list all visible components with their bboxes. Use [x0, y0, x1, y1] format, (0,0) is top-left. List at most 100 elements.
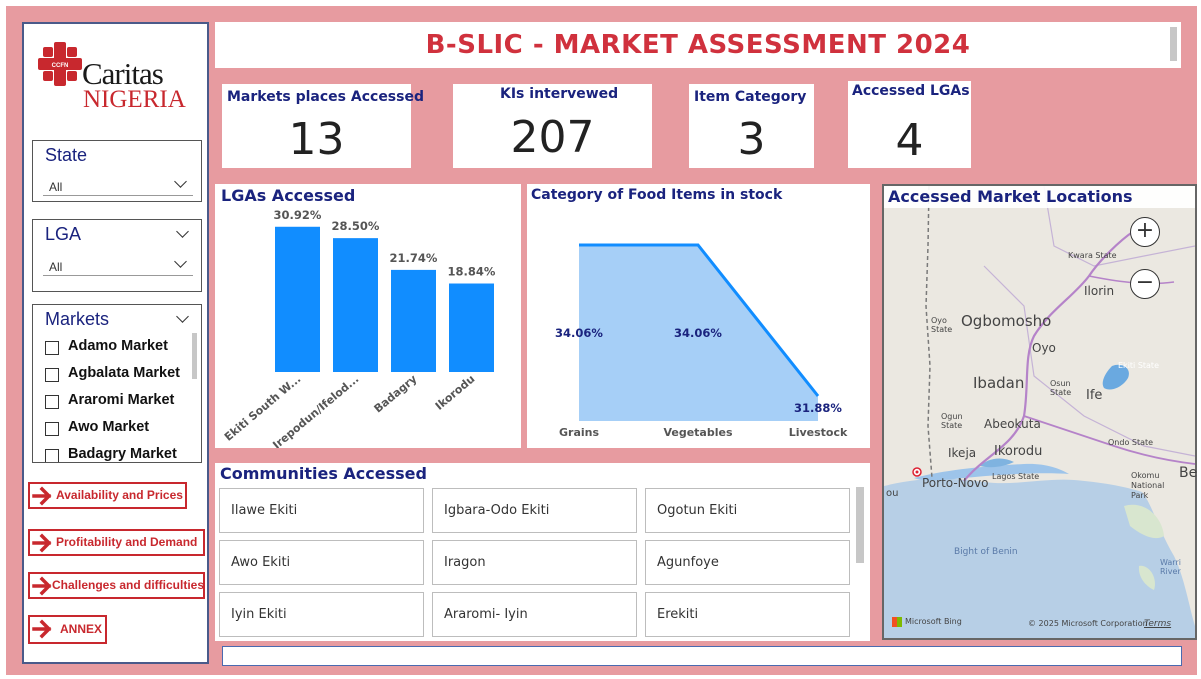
community-name: Agunfoye — [657, 555, 719, 570]
lga-dropdown[interactable]: All — [43, 254, 193, 276]
map-label: Porto-Novo — [922, 476, 989, 490]
tick-label: Livestock — [789, 426, 848, 439]
nav-challenges-button[interactable]: Challenges and difficulties — [28, 572, 205, 599]
data-label: 34.06% — [674, 326, 722, 340]
markets-slicer: Markets Adamo Market Agbalata Market Ara… — [32, 304, 202, 463]
nav-label: Challenges and difficulties — [52, 578, 205, 592]
header-scrollbar[interactable] — [1170, 27, 1177, 61]
market-label: Badagry Market — [68, 446, 177, 462]
markets-scrollbar[interactable] — [192, 333, 197, 379]
community-cell[interactable]: Awo Ekiti — [219, 540, 424, 585]
community-cell[interactable]: Iragon — [432, 540, 637, 585]
map-label: Kwara State — [1068, 251, 1117, 260]
checkbox[interactable] — [45, 449, 59, 462]
map-panel: Kwara State Ilorin Oyo State Ogbomosho O… — [882, 184, 1197, 640]
map-terms-link[interactable]: Terms — [1144, 619, 1171, 629]
checkbox[interactable] — [45, 422, 59, 436]
data-label: 21.74% — [390, 251, 438, 265]
map-label: Okomu National Park — [1131, 471, 1165, 500]
market-label: Adamo Market — [68, 338, 168, 354]
map-label: Oyo — [1032, 341, 1056, 355]
nav-label: ANNEX — [60, 622, 103, 636]
state-slicer-title: State — [45, 145, 88, 165]
market-label: Agbalata Market — [68, 365, 181, 381]
kpi-value: 4 — [895, 115, 924, 166]
kpi-value: 3 — [737, 114, 766, 165]
community-cell[interactable]: Ilawe Ekiti — [219, 488, 424, 533]
kpi-label: KIs intervewed — [500, 86, 619, 102]
sidebar: CCFN Caritas NIGERIA State All LGA All M… — [22, 22, 209, 664]
chevron-down-icon — [174, 255, 187, 268]
communities-title: Communities Accessed — [220, 464, 427, 483]
chevron-down-icon[interactable] — [176, 310, 189, 323]
community-name: Iragon — [444, 555, 486, 570]
kpi-value: 207 — [510, 112, 595, 163]
zoom-out-button[interactable]: − — [1130, 269, 1160, 299]
community-name: Ilawe Ekiti — [231, 503, 298, 518]
state-dropdown[interactable]: All — [43, 174, 193, 196]
checkbox[interactable] — [45, 395, 59, 409]
arrow-right-icon — [32, 486, 52, 506]
community-cell[interactable]: Araromi- Iyin — [432, 592, 637, 637]
lga-slicer-title: LGA — [45, 224, 82, 244]
kpi-label: Markets places Accessed — [227, 89, 424, 105]
tick-label: Ikorodu — [433, 372, 478, 412]
map-label: Ekiti State — [1118, 361, 1159, 370]
map-label: Be — [1179, 465, 1198, 481]
map-label: Abeokuta — [984, 417, 1041, 431]
community-cell[interactable]: Ogotun Ekiti — [645, 488, 850, 533]
kpi-markets-card: Markets places Accessed 13 — [222, 84, 424, 168]
chevron-down-icon[interactable] — [176, 225, 189, 238]
page-title: B-SLIC - MARKET ASSESSMENT 2024 — [425, 30, 971, 60]
map-label: Oyo State — [931, 316, 953, 334]
dashboard: CCFN Caritas NIGERIA State All LGA All M… — [0, 0, 1201, 679]
food-chart-panel: Category of Food Items in stock 34.06% Gr… — [527, 184, 870, 448]
arrow-right-icon — [32, 619, 52, 639]
community-cell[interactable]: Erekiti — [645, 592, 850, 637]
map-label: Warri River — [1160, 558, 1181, 576]
market-label: Awo Market — [68, 419, 150, 435]
community-name: Iyin Ekiti — [231, 607, 287, 622]
nav-availability-button[interactable]: Availability and Prices — [28, 482, 187, 509]
nav-label: Profitability and Demand — [56, 535, 198, 549]
header: B-SLIC - MARKET ASSESSMENT 2024 — [215, 22, 1181, 68]
community-cell[interactable]: Agunfoye — [645, 540, 850, 585]
map-label: Ogbomosho — [961, 312, 1052, 330]
map-label: Lagos State — [992, 472, 1040, 481]
map-label: Ondo State — [1108, 438, 1154, 447]
map-label: Ikorodu — [994, 444, 1043, 459]
map-label: ou — [886, 488, 899, 499]
community-name: Ogotun Ekiti — [657, 503, 738, 518]
community-cell[interactable]: Iyin Ekiti — [219, 592, 424, 637]
lga-slicer: LGA All — [32, 219, 202, 292]
state-slicer: State All — [32, 140, 202, 202]
kpi-label: Item Category — [694, 89, 807, 105]
lga-bar-chart: 30.92%Ekiti South W...28.50%Irepodun/Ife… — [222, 208, 496, 448]
food-area-chart: 34.06% Grains 34.06% Vegetables 31.88% Livest… — [555, 243, 848, 439]
bar — [275, 226, 320, 372]
data-label: 18.84% — [448, 265, 496, 279]
data-label: 34.06% — [555, 326, 603, 340]
community-cell[interactable]: Igbara-Odo Ekiti — [432, 488, 637, 533]
svg-text:CCFN: CCFN — [52, 63, 69, 69]
map-label: Ife — [1086, 388, 1103, 403]
nav-annex-button[interactable]: ANNEX — [28, 615, 107, 644]
nav-profitability-button[interactable]: Profitability and Demand — [28, 529, 205, 556]
kpi-value: 13 — [288, 114, 345, 165]
communities-scrollbar[interactable] — [856, 487, 864, 563]
data-label: 30.92% — [274, 208, 322, 222]
tick-label: Grains — [559, 426, 599, 439]
map-canvas[interactable] — [884, 186, 1195, 638]
tick-label: Vegetables — [663, 426, 732, 439]
map-attribution: © 2025 Microsoft Corporation — [1028, 619, 1148, 628]
map-label: Ibadan — [973, 374, 1025, 392]
community-name: Awo Ekiti — [231, 555, 291, 570]
map-label: Osun State — [1050, 379, 1072, 397]
caritas-logo: CCFN Caritas NIGERIA — [36, 38, 196, 118]
zoom-in-button[interactable]: + — [1130, 217, 1160, 247]
data-label: 31.88% — [794, 401, 842, 415]
checkbox[interactable] — [45, 341, 59, 355]
bar — [449, 283, 494, 372]
chevron-down-icon — [174, 175, 187, 188]
checkbox[interactable] — [45, 368, 59, 382]
